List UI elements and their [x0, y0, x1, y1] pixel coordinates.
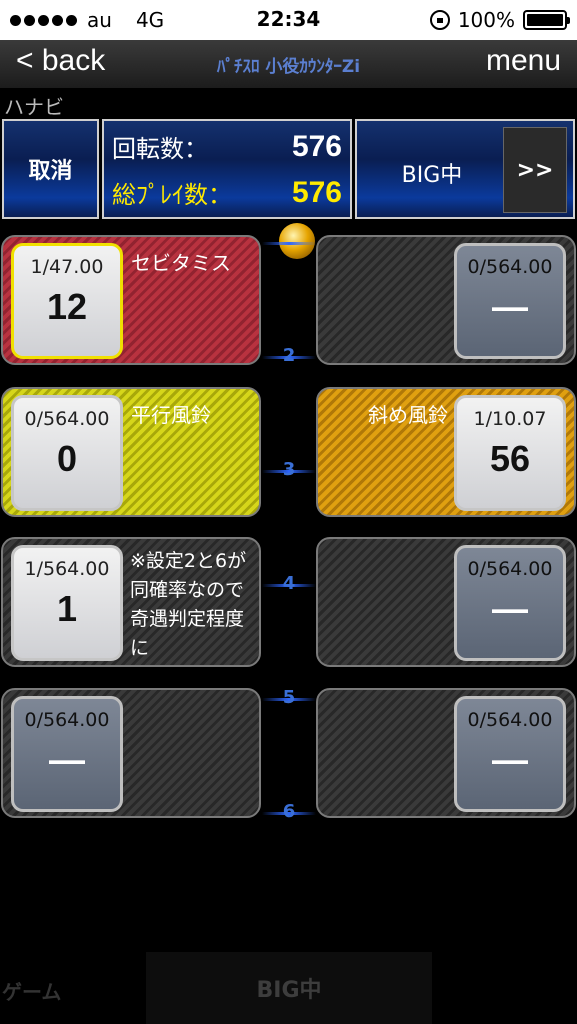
next-mode-button[interactable]: >> [503, 127, 567, 213]
ball-icon [279, 223, 315, 259]
count-card[interactable]: 0/564.00 — [454, 696, 566, 812]
mode-label: BIG中 [401, 163, 463, 188]
machine-name: ハナビ [4, 95, 64, 119]
rail-number: 6 [282, 801, 296, 822]
rotation-lock-icon [429, 10, 450, 30]
status-right: 100% [429, 8, 570, 32]
battery-percent: 100% [457, 8, 515, 32]
count-value: 0 [56, 438, 78, 479]
counter-panel-naname-furin[interactable]: 1/10.07 56 斜め風鈴 [316, 387, 576, 517]
count-value: — [492, 286, 528, 327]
count-value: — [49, 739, 85, 780]
counter-panel-empty[interactable]: 0/564.00 — [316, 235, 576, 365]
rail-line [262, 242, 316, 245]
panel-title: 斜め風鈴 [368, 403, 448, 427]
counter-panel-empty[interactable]: 0/564.00 — [1, 688, 261, 818]
count-card[interactable]: 0/564.00 — [11, 696, 123, 812]
bottom-bar: ゲーム BIG中 [0, 952, 577, 1024]
battery-icon [523, 10, 570, 30]
panel-title: セビタミス [131, 251, 231, 275]
count-value: 56 [489, 438, 531, 479]
probability: 1/47.00 [30, 256, 104, 278]
count-value: — [492, 588, 528, 629]
rail-number: 3 [282, 459, 296, 480]
game-tab[interactable]: ゲーム [2, 976, 61, 1005]
probability: 1/10.07 [473, 408, 547, 430]
counter-panel-sebitamisu[interactable]: 1/47.00 12 セビタミス [1, 235, 261, 365]
mode-box: BIG中 >> [355, 119, 575, 219]
rail-number: 5 [282, 687, 296, 708]
spin-counter: 回転数： 576 総ﾌﾟﾚｲ数： 576 [102, 119, 352, 219]
rail-number: 4 [282, 573, 296, 594]
cancel-button[interactable]: 取消 [2, 119, 99, 219]
count-value: 1 [56, 588, 78, 629]
probability: 1/564.00 [24, 558, 110, 580]
count-card[interactable]: 1/10.07 56 [454, 395, 566, 511]
panel-note: ※設定2と6が同確率なので奇遇判定程度に [130, 550, 247, 659]
total-plays-value: 576 [291, 175, 342, 209]
count-value: 12 [46, 286, 88, 327]
rail-number: 2 [282, 345, 296, 366]
count-card[interactable]: 1/47.00 12 [11, 243, 123, 359]
navigation-bar: < back ﾊﾟﾁｽﾛ 小役ｶｳﾝﾀｰZi menu [0, 40, 577, 88]
count-value: — [492, 739, 528, 780]
probability: 0/564.00 [467, 709, 553, 731]
probability: 0/564.00 [467, 256, 553, 278]
count-card[interactable]: 0/564.00 0 [11, 395, 123, 511]
spins-label: 回転数： [112, 135, 208, 163]
probability: 0/564.00 [24, 408, 110, 430]
counter-panel-empty[interactable]: 0/564.00 — [316, 688, 576, 818]
count-card[interactable]: 0/564.00 — [454, 243, 566, 359]
panel-title: 平行風鈴 [131, 403, 211, 427]
counter-panel-note[interactable]: 1/564.00 1 ※設定2と6が同確率なので奇遇判定程度に [1, 537, 261, 667]
count-card[interactable]: 1/564.00 1 [11, 545, 123, 661]
status-bar: au 4G 22:34 100% [0, 0, 577, 40]
probability: 0/564.00 [24, 709, 110, 731]
big-tab[interactable]: BIG中 [146, 952, 432, 1024]
menu-button[interactable]: menu [486, 44, 561, 78]
probability: 0/564.00 [467, 558, 553, 580]
counter-panel-heikou-furin[interactable]: 0/564.00 0 平行風鈴 [1, 387, 261, 517]
count-card[interactable]: 0/564.00 — [454, 545, 566, 661]
counter-panel-empty[interactable]: 0/564.00 — [316, 537, 576, 667]
total-plays-label: 総ﾌﾟﾚｲ数： [112, 181, 232, 209]
spins-value: 576 [291, 129, 342, 163]
